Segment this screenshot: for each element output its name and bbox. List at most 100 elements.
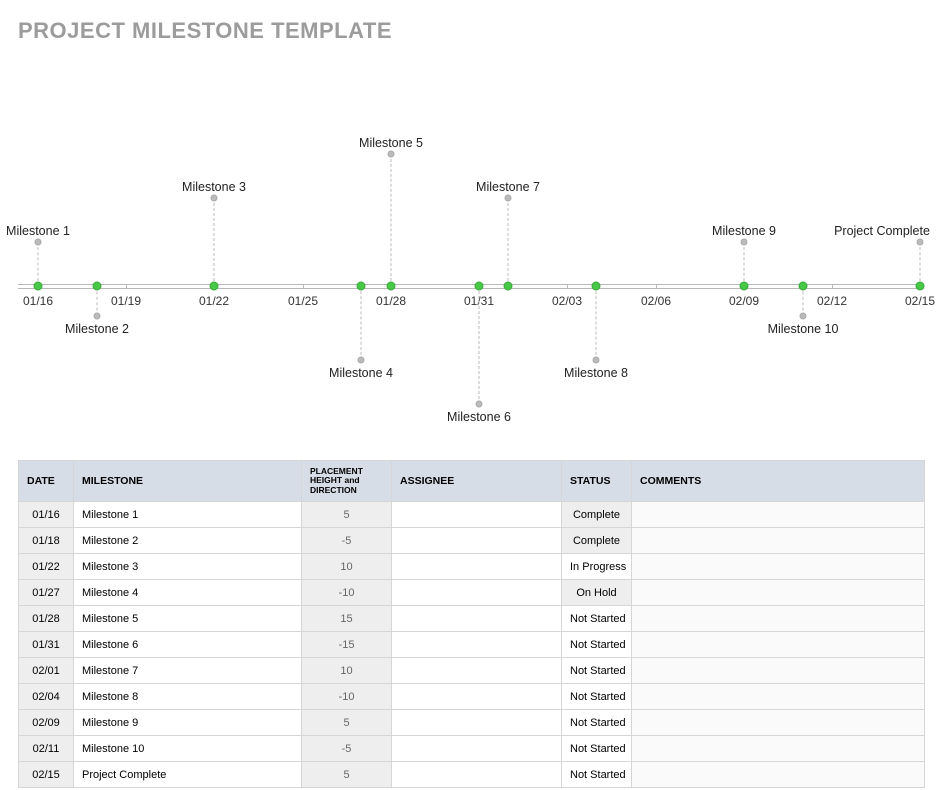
cell-status[interactable]: Not Started	[562, 658, 632, 684]
cell-comments[interactable]	[632, 554, 925, 580]
cell-assignee[interactable]	[392, 684, 562, 710]
milestone-dot-icon	[93, 282, 102, 291]
cell-placement[interactable]: -5	[302, 528, 392, 554]
cell-milestone[interactable]: Milestone 9	[74, 710, 302, 736]
cell-date[interactable]: 02/15	[19, 762, 74, 788]
milestone-end-dot-icon	[741, 239, 748, 246]
axis-tick	[567, 284, 568, 289]
cell-milestone[interactable]: Milestone 1	[74, 502, 302, 528]
col-header-status: STATUS	[562, 461, 632, 502]
axis-tick-label: 01/22	[199, 294, 229, 308]
cell-milestone[interactable]: Milestone 4	[74, 580, 302, 606]
milestone-label: Milestone 4	[329, 366, 393, 380]
cell-milestone[interactable]: Milestone 2	[74, 528, 302, 554]
milestone-dot-icon	[210, 282, 219, 291]
cell-placement[interactable]: 5	[302, 502, 392, 528]
milestone-end-dot-icon	[917, 239, 924, 246]
cell-status[interactable]: Not Started	[562, 684, 632, 710]
cell-placement[interactable]: 15	[302, 606, 392, 632]
page: PROJECT MILESTONE TEMPLATE 01/1601/1901/…	[0, 0, 942, 790]
cell-milestone[interactable]: Milestone 7	[74, 658, 302, 684]
cell-status[interactable]: Not Started	[562, 736, 632, 762]
cell-status[interactable]: Not Started	[562, 632, 632, 658]
cell-placement[interactable]: 10	[302, 554, 392, 580]
cell-assignee[interactable]	[392, 580, 562, 606]
cell-comments[interactable]	[632, 658, 925, 684]
cell-comments[interactable]	[632, 502, 925, 528]
milestone-label: Milestone 7	[476, 180, 540, 194]
cell-date[interactable]: 01/18	[19, 528, 74, 554]
cell-status[interactable]: Complete	[562, 528, 632, 554]
cell-placement[interactable]: 5	[302, 710, 392, 736]
milestone-label: Milestone 3	[182, 180, 246, 194]
cell-assignee[interactable]	[392, 762, 562, 788]
page-title: PROJECT MILESTONE TEMPLATE	[18, 18, 924, 44]
col-header-date: DATE	[19, 461, 74, 502]
cell-assignee[interactable]	[392, 658, 562, 684]
cell-comments[interactable]	[632, 736, 925, 762]
cell-status[interactable]: Not Started	[562, 606, 632, 632]
cell-milestone[interactable]: Milestone 3	[74, 554, 302, 580]
cell-comments[interactable]	[632, 632, 925, 658]
table-row: 01/28Milestone 515 Not Started	[19, 606, 925, 632]
axis-tick-label: 02/12	[817, 294, 847, 308]
milestone-stem	[508, 198, 509, 286]
axis-tick-label: 01/28	[376, 294, 406, 308]
cell-date[interactable]: 01/16	[19, 502, 74, 528]
cell-date[interactable]: 01/22	[19, 554, 74, 580]
cell-date[interactable]: 02/04	[19, 684, 74, 710]
cell-status[interactable]: Not Started	[562, 710, 632, 736]
cell-milestone[interactable]: Project Complete	[74, 762, 302, 788]
cell-placement[interactable]: -5	[302, 736, 392, 762]
axis-tick-label: 01/16	[23, 294, 53, 308]
col-header-placement: PLACEMENT HEIGHT and DIRECTION	[302, 461, 392, 502]
axis-tick-label: 02/15	[905, 294, 935, 308]
cell-placement[interactable]: 5	[302, 762, 392, 788]
col-header-milestone: MILESTONE	[74, 461, 302, 502]
cell-placement[interactable]: -10	[302, 684, 392, 710]
milestone-dot-icon	[475, 282, 484, 291]
axis-line	[18, 284, 924, 285]
cell-status[interactable]: On Hold	[562, 580, 632, 606]
cell-assignee[interactable]	[392, 736, 562, 762]
cell-placement[interactable]: 10	[302, 658, 392, 684]
cell-date[interactable]: 01/27	[19, 580, 74, 606]
cell-assignee[interactable]	[392, 528, 562, 554]
table-row: 01/22Milestone 310 In Progress	[19, 554, 925, 580]
table-row: 02/11Milestone 10-5 Not Started	[19, 736, 925, 762]
cell-placement[interactable]: -15	[302, 632, 392, 658]
cell-assignee[interactable]	[392, 502, 562, 528]
cell-status[interactable]: Complete	[562, 502, 632, 528]
cell-comments[interactable]	[632, 762, 925, 788]
cell-comments[interactable]	[632, 710, 925, 736]
cell-status[interactable]: In Progress	[562, 554, 632, 580]
cell-assignee[interactable]	[392, 632, 562, 658]
axis-line	[18, 288, 924, 289]
cell-assignee[interactable]	[392, 710, 562, 736]
cell-comments[interactable]	[632, 580, 925, 606]
cell-comments[interactable]	[632, 528, 925, 554]
milestone-dot-icon	[357, 282, 366, 291]
cell-assignee[interactable]	[392, 606, 562, 632]
cell-date[interactable]: 01/31	[19, 632, 74, 658]
cell-comments[interactable]	[632, 606, 925, 632]
cell-milestone[interactable]: Milestone 5	[74, 606, 302, 632]
col-header-assignee: ASSIGNEE	[392, 461, 562, 502]
axis-tick	[656, 284, 657, 289]
cell-milestone[interactable]: Milestone 6	[74, 632, 302, 658]
cell-date[interactable]: 02/11	[19, 736, 74, 762]
cell-date[interactable]: 02/09	[19, 710, 74, 736]
milestone-stem	[391, 154, 392, 286]
cell-status[interactable]: Not Started	[562, 762, 632, 788]
cell-date[interactable]: 02/01	[19, 658, 74, 684]
cell-placement[interactable]: -10	[302, 580, 392, 606]
cell-milestone[interactable]: Milestone 8	[74, 684, 302, 710]
milestone-label: Milestone 10	[768, 322, 839, 336]
cell-comments[interactable]	[632, 684, 925, 710]
cell-date[interactable]: 01/28	[19, 606, 74, 632]
table-header-row: DATE MILESTONE PLACEMENT HEIGHT and DIRE…	[19, 461, 925, 502]
cell-milestone[interactable]: Milestone 10	[74, 736, 302, 762]
milestone-label: Project Complete	[834, 224, 930, 238]
milestone-stem	[479, 286, 480, 404]
cell-assignee[interactable]	[392, 554, 562, 580]
